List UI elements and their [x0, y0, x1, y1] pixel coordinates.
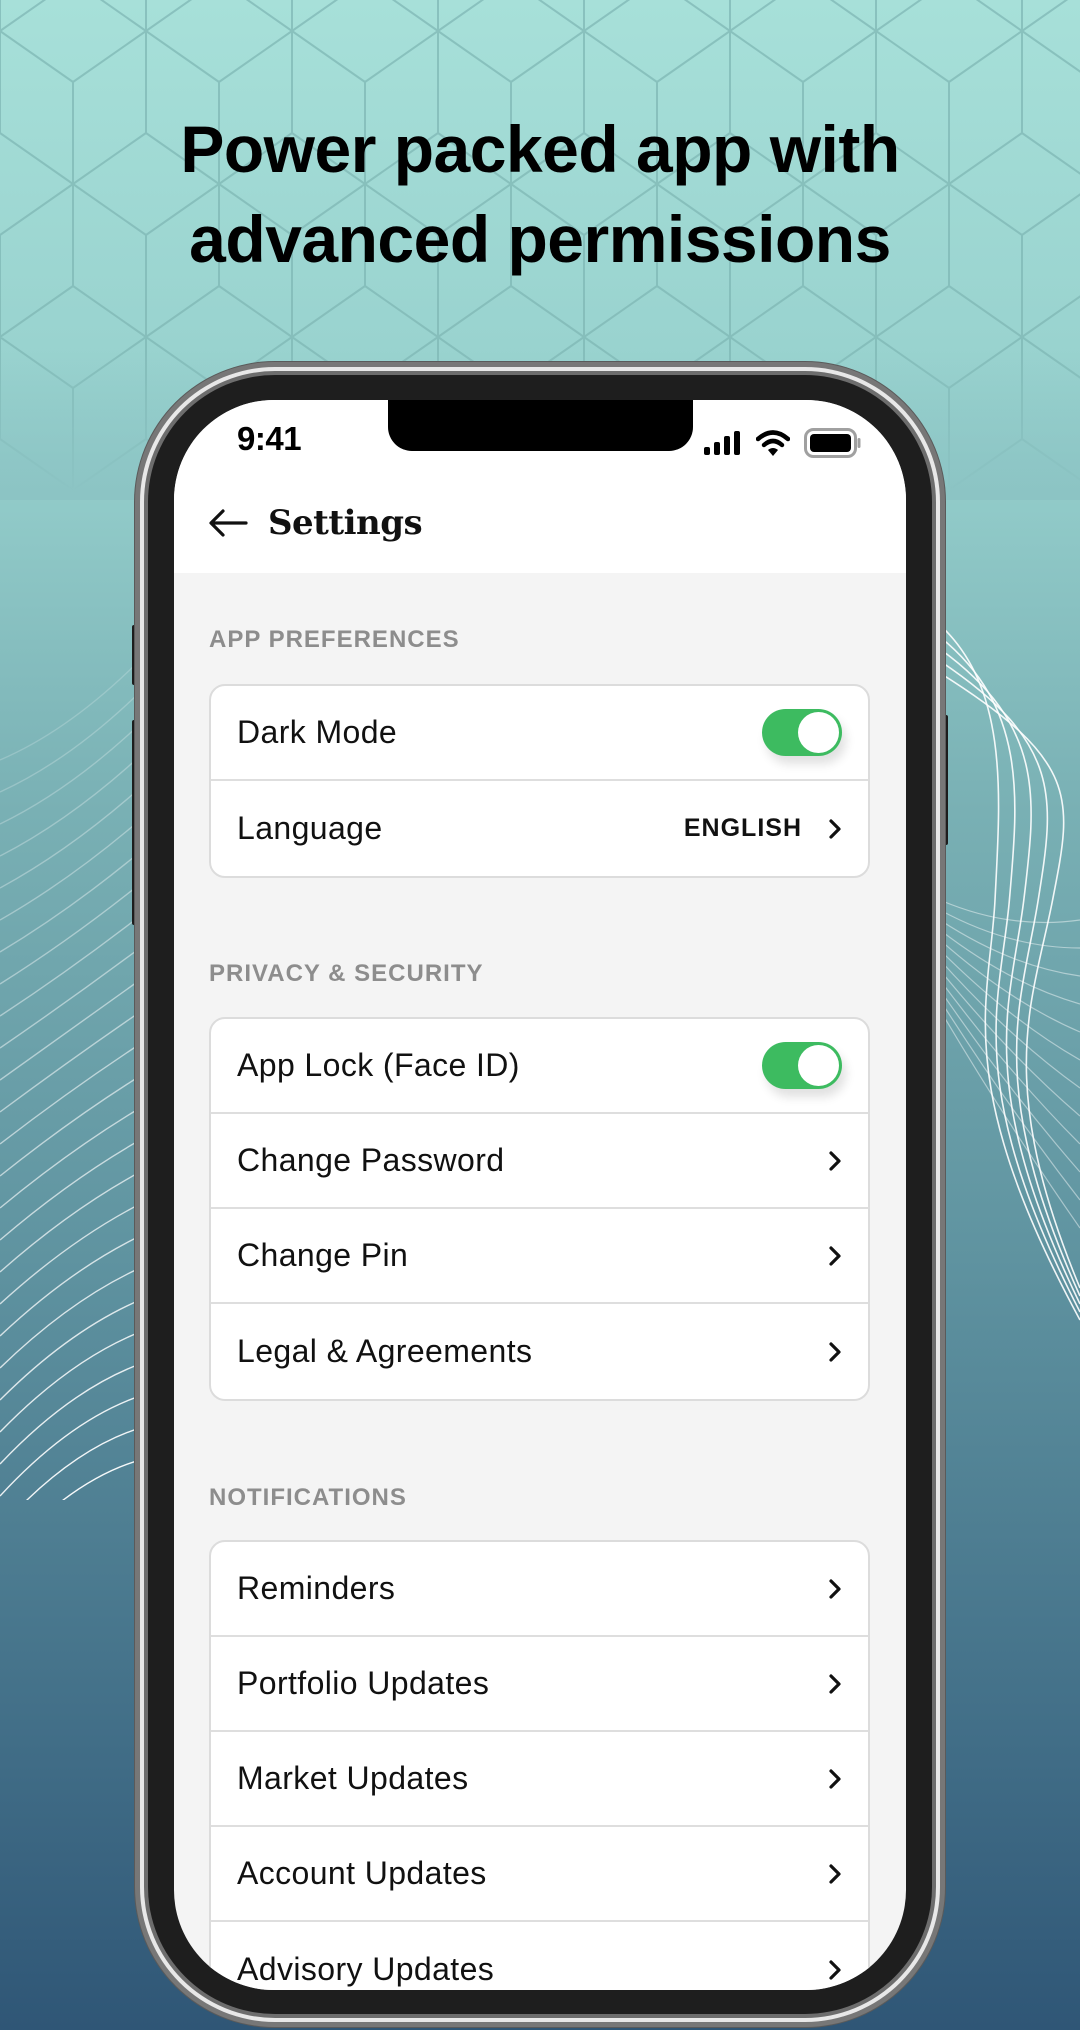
chevron-right-icon [829, 1863, 841, 1884]
setting-label: Legal & Agreements [237, 1333, 533, 1369]
chevron-right-icon [829, 1768, 841, 1789]
promo-headline: Power packed app with advanced permissio… [0, 104, 1080, 284]
setting-label: Dark Mode [237, 714, 398, 750]
setting-label: Change Password [237, 1142, 505, 1178]
section-label-privacy-security: PRIVACY & SECURITY [209, 960, 484, 987]
phone-screen: 9:41 Settings APP PREFERENCES Dark Mode … [174, 400, 906, 1990]
headline-line-2: advanced permissions [189, 202, 891, 276]
app-lock-toggle[interactable] [762, 1042, 842, 1089]
battery-icon [804, 428, 861, 458]
setting-row-portfolio-updates[interactable]: Portfolio Updates [211, 1637, 868, 1732]
settings-group-notifications: Reminders Portfolio Updates Market Updat… [209, 1540, 870, 1990]
section-label-notifications: NOTIFICATIONS [209, 1484, 407, 1511]
setting-row-change-pin[interactable]: Change Pin [211, 1209, 868, 1304]
phone-frame: 9:41 Settings APP PREFERENCES Dark Mode … [135, 362, 945, 2027]
chevron-right-icon [829, 818, 841, 839]
wave-lines-left-decoration [0, 659, 140, 1500]
status-time: 9:41 [237, 420, 302, 457]
setting-row-legal-agreements[interactable]: Legal & Agreements [211, 1304, 868, 1399]
chevron-right-icon [829, 1959, 841, 1980]
setting-row-change-password[interactable]: Change Password [211, 1114, 868, 1209]
toggle-knob [798, 712, 839, 753]
headline-line-1: Power packed app with [180, 112, 900, 186]
toggle-knob [798, 1045, 839, 1086]
nav-bar: Settings [208, 503, 423, 543]
wave-lines-right-decoration [940, 624, 1080, 1321]
arrow-left-icon[interactable] [208, 508, 248, 538]
status-icons [704, 428, 862, 458]
setting-label: Market Updates [237, 1760, 469, 1796]
language-value: ENGLISH [683, 814, 802, 842]
setting-row-advisory-updates[interactable]: Advisory Updates [211, 1922, 868, 1990]
setting-label: Account Updates [237, 1855, 487, 1891]
chevron-right-icon [829, 1578, 841, 1599]
setting-label: Portfolio Updates [237, 1665, 490, 1701]
setting-row-market-updates[interactable]: Market Updates [211, 1732, 868, 1827]
setting-label: Advisory Updates [237, 1951, 495, 1987]
settings-group-privacy-security: App Lock (Face ID) Change Password Chang… [209, 1017, 870, 1401]
phone-notch [388, 400, 693, 451]
setting-row-dark-mode[interactable]: Dark Mode [211, 686, 868, 781]
dark-mode-toggle[interactable] [762, 709, 842, 756]
setting-row-app-lock[interactable]: App Lock (Face ID) [211, 1019, 868, 1114]
chevron-right-icon [829, 1673, 841, 1694]
setting-label: Change Pin [237, 1237, 409, 1273]
page-title: Settings [268, 503, 423, 543]
setting-label: App Lock (Face ID) [237, 1047, 520, 1083]
cellular-signal-icon [704, 431, 740, 455]
setting-row-account-updates[interactable]: Account Updates [211, 1827, 868, 1922]
setting-label: Reminders [237, 1570, 396, 1606]
setting-row-language[interactable]: Language ENGLISH [211, 781, 868, 876]
setting-row-reminders[interactable]: Reminders [211, 1542, 868, 1637]
section-label-app-preferences: APP PREFERENCES [209, 626, 460, 653]
chevron-right-icon [829, 1150, 841, 1171]
wifi-icon [756, 430, 790, 456]
settings-group-app-preferences: Dark Mode Language ENGLISH [209, 684, 870, 878]
chevron-right-icon [829, 1341, 841, 1362]
chevron-right-icon [829, 1245, 841, 1266]
setting-label: Language [237, 810, 383, 846]
